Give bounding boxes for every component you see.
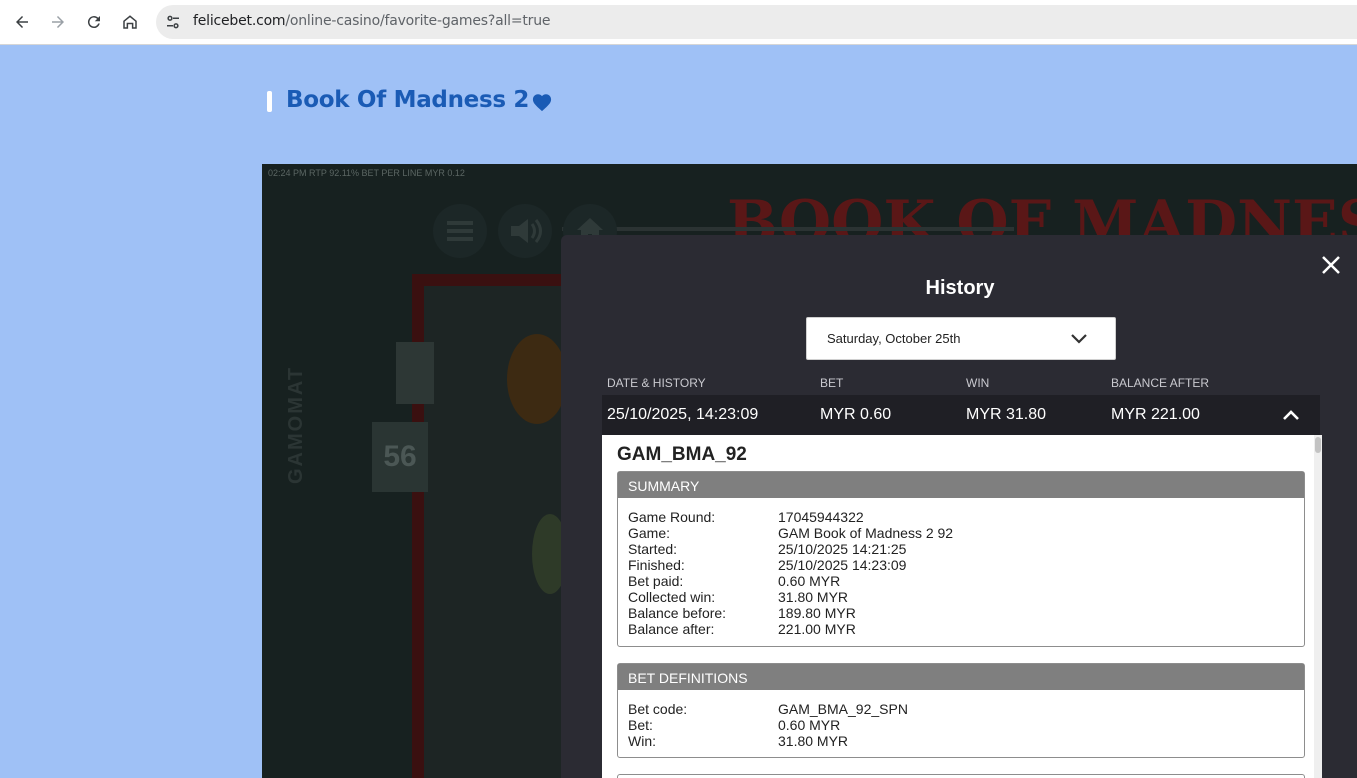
detail-value: 25/10/2025 14:21:25 xyxy=(778,541,907,557)
game-door-number: 56 xyxy=(372,422,428,492)
detail-row: Balance after: 221.00 MYR xyxy=(618,621,1304,637)
detail-scrollbar[interactable] xyxy=(1314,435,1322,778)
game-character-graphic xyxy=(507,334,567,424)
detail-key: Win: xyxy=(628,733,656,749)
detail-value: GAM_BMA_92_SPN xyxy=(778,701,908,717)
arrow-left-icon xyxy=(16,16,28,28)
chevron-down-icon xyxy=(1071,334,1087,344)
summary-heading: SUMMARY xyxy=(618,472,1304,498)
detail-value: 25/10/2025 14:23:09 xyxy=(778,557,907,573)
scroll-thumb[interactable] xyxy=(1315,437,1321,453)
detail-row: Collected win: 31.80 MYR xyxy=(618,589,1304,605)
date-dropdown[interactable]: Saturday, October 25th xyxy=(806,317,1116,360)
detail-row: Game Round: 17045944322 xyxy=(618,509,1304,525)
column-header-date: DATE & HISTORY xyxy=(607,376,706,390)
browser-toolbar: felicebet.com/online-casino/favorite-gam… xyxy=(0,0,1357,45)
detail-key: Game: xyxy=(628,525,671,541)
history-row[interactable]: 25/10/2025, 14:23:09 MYR 0.60 MYR 31.80 … xyxy=(602,395,1320,435)
game-provider-watermark: GAMOMAT xyxy=(285,365,307,484)
game-note-graphic xyxy=(396,342,434,404)
arrow-right-icon xyxy=(52,16,64,28)
detail-row: Game: GAM Book of Madness 2 92 xyxy=(618,525,1304,541)
detail-key: Balance after: xyxy=(628,621,715,637)
detail-value: GAM Book of Madness 2 92 xyxy=(778,525,954,541)
home-button[interactable] xyxy=(115,7,145,37)
detail-key: Collected win: xyxy=(628,589,716,605)
detail-key: Balance before: xyxy=(628,605,727,621)
history-modal: History Saturday, October 25th DATE & HI… xyxy=(561,235,1357,778)
detail-key: Finished: xyxy=(628,557,685,573)
column-header-win: WIN xyxy=(966,376,990,390)
detail-row: Finished: 25/10/2025 14:23:09 xyxy=(618,557,1304,573)
detail-value: 221.00 MYR xyxy=(778,621,856,637)
url-text[interactable]: felicebet.com/online-casino/favorite-gam… xyxy=(193,13,550,29)
detail-key: Started: xyxy=(628,541,678,557)
row-win: MYR 31.80 xyxy=(966,406,1047,423)
game-menu-button[interactable] xyxy=(433,204,487,258)
favorite-heart-icon[interactable] xyxy=(531,92,553,112)
game-topbar-segment xyxy=(864,227,1014,231)
bet-definitions-section: BET DEFINITIONS Bet code: GAM_BMA_92_SPN B… xyxy=(617,663,1305,758)
row-balance-after: MYR 221.00 xyxy=(1111,406,1200,423)
detail-value: 31.80 MYR xyxy=(778,589,849,605)
detail-row: Bet code: GAM_BMA_92_SPN xyxy=(618,701,1304,717)
speaker-icon xyxy=(511,219,542,243)
page-title: Book Of Madness 2 xyxy=(286,87,530,113)
row-datetime: 25/10/2025, 14:23:09 xyxy=(607,406,759,423)
site-settings-icon[interactable] xyxy=(164,13,182,31)
detail-value: 31.80 MYR xyxy=(778,733,849,749)
detail-value: 0.60 MYR xyxy=(778,573,841,589)
menu-icon xyxy=(447,221,473,241)
detail-key: Game Round: xyxy=(628,509,716,525)
address-bar[interactable]: felicebet.com/online-casino/favorite-gam… xyxy=(156,5,1357,39)
detail-game-code: GAM_BMA_92 xyxy=(617,444,747,465)
modal-title: History xyxy=(925,277,995,299)
bet-definitions-heading: BET DEFINITIONS xyxy=(618,664,1304,690)
summary-list: Game Round: 17045944322 Game: GAM Book of M… xyxy=(618,498,1304,637)
bet-definitions-list: Bet code: GAM_BMA_92_SPN Bet: 0.60 MYR Win: 3… xyxy=(618,690,1304,749)
column-header-balance: BALANCE AFTER xyxy=(1111,376,1210,390)
back-button[interactable] xyxy=(7,7,37,37)
detail-key: Bet: xyxy=(628,717,653,733)
detail-row: Balance before: 189.80 MYR xyxy=(618,605,1304,621)
round-detail-panel: GAM_BMA_92 SUMMARY Game Round: 1704594432… xyxy=(602,435,1314,778)
column-header-bet: BET xyxy=(820,376,844,390)
game-status-line: 02:24 PM RTP 92.11% BET PER LINE MYR 0.1… xyxy=(268,168,465,178)
next-section xyxy=(617,774,1305,778)
game-sound-button[interactable] xyxy=(498,204,552,258)
home-icon xyxy=(123,15,137,29)
reload-icon xyxy=(87,16,100,29)
reload-button[interactable] xyxy=(79,7,109,37)
detail-row: Bet paid: 0.60 MYR xyxy=(618,573,1304,589)
url-path: /online-casino/favorite-games?all=true xyxy=(285,13,551,29)
detail-key: Bet paid: xyxy=(628,573,684,589)
detail-value: 189.80 MYR xyxy=(778,605,856,621)
row-bet: MYR 0.60 xyxy=(820,406,892,423)
url-host: felicebet.com xyxy=(193,13,286,29)
summary-section: SUMMARY Game Round: 17045944322 Game: GAM B… xyxy=(617,471,1305,647)
detail-row: Win: 31.80 MYR xyxy=(618,733,1304,749)
forward-button[interactable] xyxy=(43,7,73,37)
chevron-up-icon[interactable] xyxy=(1282,407,1300,423)
date-dropdown-value: Saturday, October 25th xyxy=(827,331,961,346)
game-topbar-segment xyxy=(714,227,864,231)
close-icon[interactable] xyxy=(1317,251,1345,279)
detail-row: Bet: 0.60 MYR xyxy=(618,717,1304,733)
detail-key: Bet code: xyxy=(628,701,688,717)
detail-value: 17045944322 xyxy=(778,509,864,525)
title-accent-bar xyxy=(267,91,272,112)
detail-value: 0.60 MYR xyxy=(778,717,841,733)
detail-row: Started: 25/10/2025 14:21:25 xyxy=(618,541,1304,557)
